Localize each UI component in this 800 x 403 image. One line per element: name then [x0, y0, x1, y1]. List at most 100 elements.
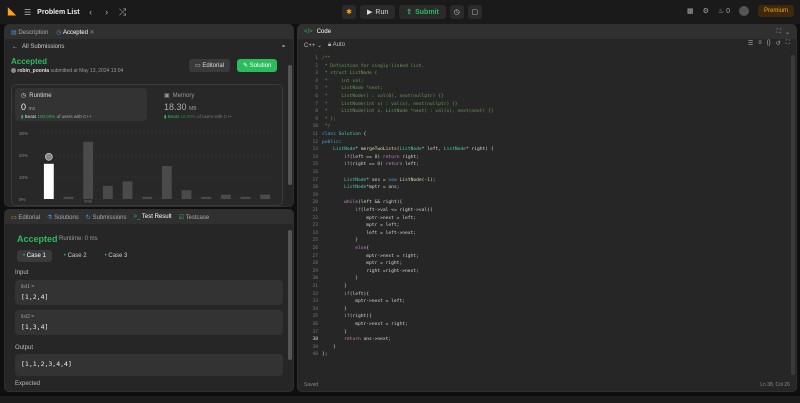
maximize-icon[interactable]: ⛶ — [777, 29, 781, 36]
problem-list-link[interactable]: Problem List — [37, 9, 79, 16]
notes-icon[interactable]: ▢ — [467, 5, 482, 19]
code-line[interactable]: while(left && right){ — [322, 199, 402, 206]
code-line[interactable]: mptr->next = right; — [322, 321, 408, 328]
tab-submissions[interactable]: ↻ Submissions — [86, 214, 127, 221]
runtime-distribution-chart: 30% 20% 10% 0% 5ms — [19, 131, 275, 203]
code-line[interactable]: * ListNode(int x, ListNode *next) : val(… — [322, 108, 494, 115]
language-select[interactable]: C++ ⌄ — [304, 42, 322, 49]
settings-icon[interactable]: ⚙ — [703, 7, 709, 15]
code-line[interactable]: right =right->next; — [322, 268, 419, 275]
code-line[interactable]: public: — [322, 139, 341, 146]
code-line[interactable]: /** — [322, 55, 330, 62]
braces-icon[interactable]: {} — [767, 40, 771, 47]
code-line[interactable]: return ans->next; — [322, 336, 391, 343]
premium-button[interactable]: Premium — [757, 5, 794, 17]
bookmark-icon[interactable]: ☰ — [748, 40, 753, 47]
next-problem-icon[interactable]: › — [102, 7, 112, 17]
code-line[interactable]: }; — [322, 351, 328, 358]
code-line[interactable]: if(right){ — [322, 313, 372, 320]
collapse-icon[interactable]: ⌄ — [785, 29, 790, 36]
chart-bar[interactable] — [181, 190, 192, 199]
submit-button[interactable]: ⇧ Submit — [399, 5, 446, 19]
debug-icon[interactable]: ✱ — [342, 5, 356, 19]
chart-bar[interactable] — [122, 181, 133, 199]
case-3-tab[interactable]: • Case 3 — [99, 250, 134, 262]
editorial-button[interactable]: ▭ Editorial — [189, 59, 231, 72]
code-line[interactable]: if(left){ — [322, 291, 369, 298]
problem-list-icon[interactable]: ☰ — [24, 8, 31, 17]
tab-test-result[interactable]: >_ Test Result — [134, 214, 172, 220]
code-line[interactable]: } — [322, 275, 358, 282]
code-line[interactable]: if(left->val <= right->val){ — [322, 207, 432, 214]
scrollbar[interactable] — [288, 230, 292, 360]
code-line[interactable]: * int val; — [322, 78, 364, 85]
format-icon[interactable]: ≡ — [758, 40, 762, 47]
code-line[interactable]: * ListNode(int x) : val(x), next(nullptr… — [322, 101, 458, 108]
code-line[interactable]: ListNode*mptr = ans; — [322, 184, 399, 191]
code-line[interactable]: mptr = right; — [322, 260, 402, 267]
code-line[interactable]: } — [322, 283, 347, 290]
code-line[interactable]: ListNode* ans = new ListNode(-1); — [322, 177, 435, 184]
line-number: 34 — [312, 306, 318, 312]
code-line[interactable]: */ — [322, 123, 331, 130]
code-line[interactable]: mptr->next = right; — [322, 253, 419, 260]
code-line[interactable]: left = left->next; — [322, 230, 416, 237]
prev-problem-icon[interactable]: ‹ — [86, 7, 96, 17]
code-line[interactable]: } — [322, 237, 358, 244]
line-number: 39 — [312, 344, 318, 350]
chart-bar[interactable] — [83, 141, 94, 199]
code-line[interactable]: else{ — [322, 245, 369, 252]
code-line[interactable]: * Definition for singly-linked list. — [322, 63, 425, 70]
chart-bar[interactable] — [142, 196, 153, 199]
case-2-tab[interactable]: • Case 2 — [58, 250, 93, 262]
code-line[interactable]: * ListNode *next; — [322, 85, 383, 92]
code-line[interactable]: } — [322, 344, 336, 351]
chart-bar[interactable] — [43, 163, 54, 199]
solution-button[interactable]: ✎ Solution — [237, 59, 278, 72]
chart-bar[interactable] — [201, 196, 212, 199]
tab-solutions[interactable]: ⚗ Solutions — [47, 214, 79, 221]
memory-card[interactable]: ▣ Memory 18.30 MB ▮ Beats 16.09% of users… — [158, 88, 278, 121]
case-1-tab[interactable]: • Case 1 — [17, 250, 52, 262]
code-line[interactable]: } — [322, 306, 347, 313]
chart-bar[interactable] — [102, 185, 113, 199]
auto-mode-toggle[interactable]: 🔒︎ Auto — [328, 42, 345, 49]
leetcode-logo-icon[interactable]: ◣ — [8, 6, 18, 18]
code-line[interactable]: mptr->next = left; — [322, 215, 416, 222]
layout-icon[interactable]: ▦ — [687, 7, 694, 15]
code-line[interactable]: * }; — [322, 116, 336, 123]
chart-bar[interactable] — [161, 166, 172, 199]
code-line[interactable]: if(right == 0) return left; — [322, 161, 419, 168]
tab-testcase[interactable]: ☑ Testcase — [179, 214, 210, 221]
code-line[interactable]: * ListNode() : val(0), next(nullptr) {} — [322, 93, 444, 100]
chart-bar[interactable] — [63, 196, 74, 199]
close-tab-icon[interactable]: ✕ — [90, 30, 95, 36]
code-line[interactable]: * struct ListNode { — [322, 70, 378, 77]
code-line[interactable]: class Solution { — [322, 131, 366, 138]
chart-bar[interactable] — [240, 196, 251, 199]
shuffle-icon[interactable]: ⤮ — [118, 7, 128, 18]
reset-icon[interactable]: ↺ — [776, 40, 781, 47]
fullscreen-icon[interactable]: ⛶ — [786, 40, 790, 47]
chart-bar[interactable] — [220, 194, 231, 199]
tab-description[interactable]: ▤ Description — [11, 29, 48, 36]
scrollbar[interactable] — [288, 65, 292, 185]
code-line[interactable]: ListNode* mergeTwoLists(ListNode* left, … — [322, 146, 494, 153]
code-line[interactable]: mptr->next = left; — [322, 298, 405, 305]
tab-accepted[interactable]: ◷ Accepted ✕ — [56, 29, 94, 36]
avatar[interactable] — [738, 6, 749, 16]
code-editor[interactable]: 1 /** 2 * Definition for singly-linked lis… — [298, 53, 796, 375]
scrollbar[interactable] — [791, 55, 795, 375]
runtime-card[interactable]: ◷ Runtime 0 ms ▮ Beats 100.00% of users w… — [15, 88, 147, 121]
code-line[interactable]: mptr = left; — [322, 222, 399, 229]
code-line[interactable]: } — [322, 329, 347, 336]
code-line[interactable]: if(left == 0) return right; — [322, 154, 419, 161]
run-button[interactable]: ▶ Run — [360, 5, 396, 19]
timer-icon[interactable]: ◷ — [449, 5, 464, 19]
back-to-submissions[interactable]: ← All Submissions ⚭ — [5, 39, 293, 54]
username-link[interactable]: robin_poonia — [17, 68, 49, 74]
fire-icon[interactable]: ♨ 0 — [718, 7, 730, 15]
link-icon[interactable]: ⚭ — [281, 43, 286, 50]
chart-bar[interactable] — [260, 194, 271, 199]
tab-editorial[interactable]: ▭ Editorial — [11, 214, 40, 221]
